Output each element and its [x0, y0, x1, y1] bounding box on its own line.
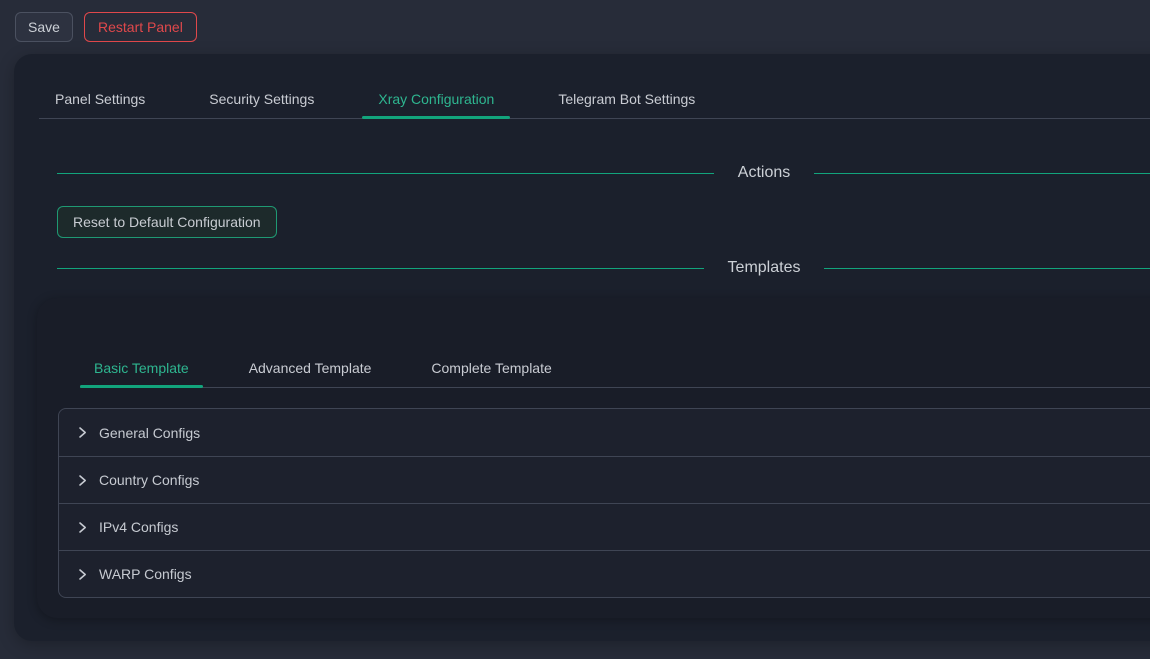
- template-tabbar: Basic Template Advanced Template Complet…: [80, 349, 1150, 388]
- actions-section-divider: Actions: [57, 162, 1150, 184]
- settings-tabbar: Panel Settings Security Settings Xray Co…: [39, 80, 1150, 119]
- actions-section-title: Actions: [714, 164, 814, 182]
- tab-panel-settings[interactable]: Panel Settings: [39, 80, 161, 118]
- app-screen: Save Restart Panel Panel Settings Securi…: [0, 0, 1150, 659]
- tab-telegram-bot-settings[interactable]: Telegram Bot Settings: [542, 80, 711, 118]
- divider-line: [824, 268, 1150, 269]
- accordion-item-warp-configs[interactable]: WARP Configs: [59, 550, 1150, 597]
- accordion-item-general-configs[interactable]: General Configs: [59, 409, 1150, 456]
- reset-to-default-button[interactable]: Reset to Default Configuration: [57, 206, 277, 238]
- restart-panel-button[interactable]: Restart Panel: [84, 12, 197, 42]
- accordion-item-label: Country Configs: [99, 472, 199, 488]
- save-button[interactable]: Save: [15, 12, 73, 42]
- divider-line: [57, 173, 714, 174]
- tab-xray-configuration[interactable]: Xray Configuration: [362, 80, 510, 118]
- templates-section-divider: Templates: [57, 257, 1150, 279]
- configs-accordion: General Configs Country Configs IPv4 Con…: [58, 408, 1150, 598]
- chevron-right-icon: [76, 426, 89, 439]
- accordion-item-country-configs[interactable]: Country Configs: [59, 456, 1150, 503]
- templates-card: Basic Template Advanced Template Complet…: [37, 298, 1150, 618]
- settings-card: Panel Settings Security Settings Xray Co…: [14, 54, 1150, 641]
- accordion-item-ipv4-configs[interactable]: IPv4 Configs: [59, 503, 1150, 550]
- tab-security-settings[interactable]: Security Settings: [193, 80, 330, 118]
- tab-complete-template[interactable]: Complete Template: [417, 349, 565, 387]
- chevron-right-icon: [76, 521, 89, 534]
- divider-line: [57, 268, 704, 269]
- top-action-bar: Save Restart Panel: [0, 0, 1150, 52]
- accordion-item-label: IPv4 Configs: [99, 519, 178, 535]
- tab-basic-template[interactable]: Basic Template: [80, 349, 203, 387]
- accordion-item-label: General Configs: [99, 425, 200, 441]
- chevron-right-icon: [76, 474, 89, 487]
- chevron-right-icon: [76, 568, 89, 581]
- divider-line: [814, 173, 1150, 174]
- templates-section-title: Templates: [704, 259, 825, 277]
- tab-advanced-template[interactable]: Advanced Template: [235, 349, 386, 387]
- accordion-item-label: WARP Configs: [99, 566, 192, 582]
